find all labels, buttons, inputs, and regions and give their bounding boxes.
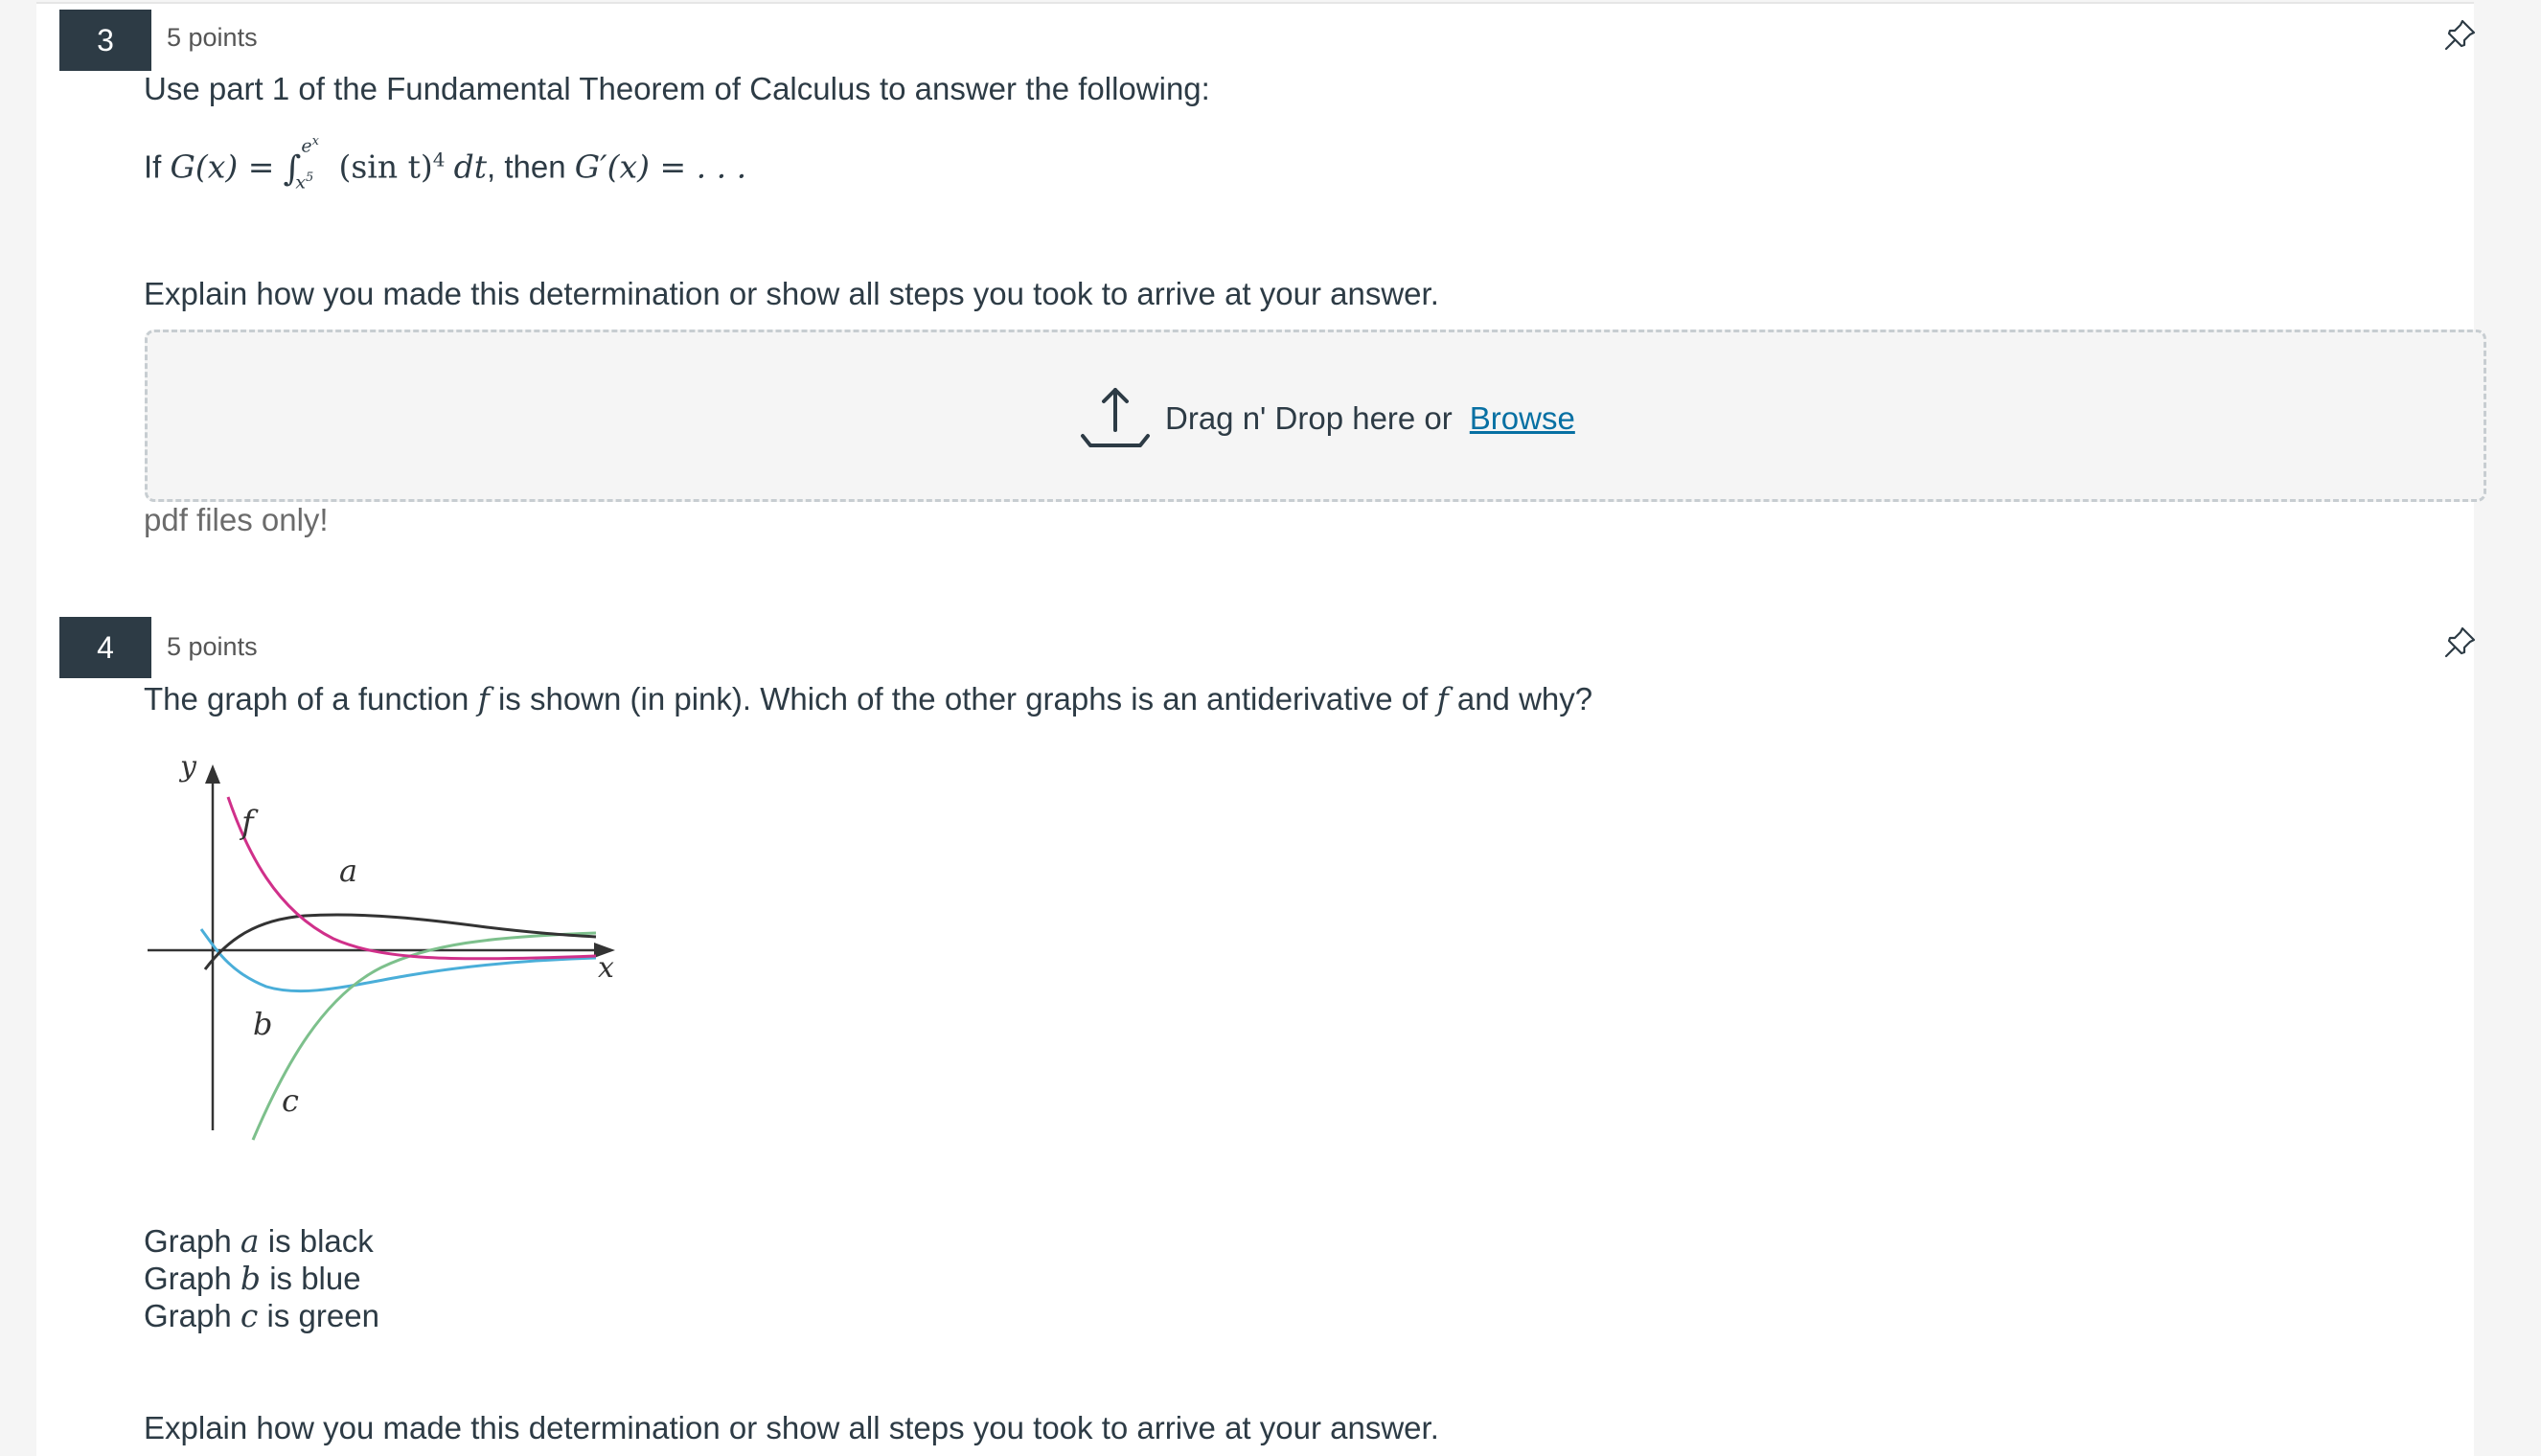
upload-icon	[1081, 388, 1150, 447]
lower-limit: x	[295, 171, 307, 193]
legend-post: is green	[266, 1298, 379, 1333]
prompt-f-1: f	[477, 680, 490, 717]
x-axis-label: x	[598, 951, 614, 985]
integral-limits: ex x5	[295, 134, 330, 193]
file-type-hint: pdf files only!	[144, 502, 329, 537]
legend-item-a: Graph a is black	[144, 1222, 379, 1260]
prompt-f-2: f	[1436, 680, 1449, 717]
integral-formula: If G(x) = ∫ ex x5 (sin t)4 dt, then G′(x) …	[144, 134, 747, 213]
pin-icon[interactable]	[2441, 623, 2480, 661]
formula-then: , then	[487, 148, 566, 185]
curve-c	[251, 931, 597, 1141]
dropzone-content: Drag n' Drop here or Browse	[1077, 380, 1575, 457]
legend-var: b	[240, 1260, 262, 1297]
question-prompt: Use part 1 of the Fundamental Theorem of…	[144, 71, 1210, 106]
legend-var: a	[240, 1222, 260, 1260]
integrand-power: 4	[432, 148, 446, 171]
formula-if: If	[144, 148, 162, 185]
legend-item-b: Graph b is blue	[144, 1260, 379, 1297]
legend-post: is blue	[269, 1261, 361, 1296]
browse-link[interactable]: Browse	[1470, 400, 1575, 437]
question-number-badge: 4	[59, 617, 151, 678]
question-number-badge: 3	[59, 10, 151, 71]
label-f: f	[239, 804, 259, 842]
prompt-part-1: The graph of a function	[144, 681, 469, 717]
explain-instruction: Explain how you made this determination …	[144, 276, 1439, 311]
pin-icon[interactable]	[2441, 15, 2480, 54]
integrand: (sin t)	[338, 148, 433, 186]
legend-pre: Graph	[144, 1223, 232, 1259]
upper-limit-exp: x	[311, 134, 319, 148]
graph-legend: Graph a is black Graph b is blue Graph c…	[144, 1222, 379, 1334]
quiz-page: 3 5 points Use part 1 of the Fundamental…	[0, 0, 2541, 1456]
file-dropzone[interactable]: Drag n' Drop here or Browse	[145, 330, 2486, 502]
question-card-3: 3 5 points Use part 1 of the Fundamental…	[36, 2, 2486, 580]
dropzone-text: Drag n' Drop here or	[1165, 400, 1453, 436]
formula-result: G′(x) = . . .	[574, 148, 747, 186]
prompt-part-3: and why?	[1456, 681, 1593, 717]
label-a: a	[339, 853, 357, 889]
label-c: c	[282, 1082, 299, 1119]
question-points: 5 points	[167, 632, 258, 661]
y-axis-label: y	[178, 750, 197, 784]
question-prompt: The graph of a function f is shown (in p…	[144, 680, 1592, 717]
explain-instruction: Explain how you made this determination …	[144, 1410, 1439, 1445]
formula-dt: dt	[453, 148, 488, 186]
y-axis-arrow	[205, 764, 220, 784]
prompt-part-2: is shown (in pink). Which of the other g…	[497, 681, 1429, 717]
lower-limit-exp: 5	[306, 171, 314, 185]
upper-limit: e	[301, 135, 312, 157]
legend-pre: Graph	[144, 1298, 232, 1333]
legend-item-c: Graph c is green	[144, 1297, 379, 1334]
legend-pre: Graph	[144, 1261, 232, 1296]
question-points: 5 points	[167, 23, 258, 52]
function-graph: y x f a b c	[148, 750, 615, 1141]
legend-var: c	[240, 1297, 259, 1334]
question-card-4: 4 5 points The graph of a function f is …	[36, 579, 2476, 1456]
label-b: b	[253, 1006, 272, 1042]
legend-post: is black	[267, 1223, 374, 1259]
formula-lhs: G(x) =	[170, 148, 275, 186]
